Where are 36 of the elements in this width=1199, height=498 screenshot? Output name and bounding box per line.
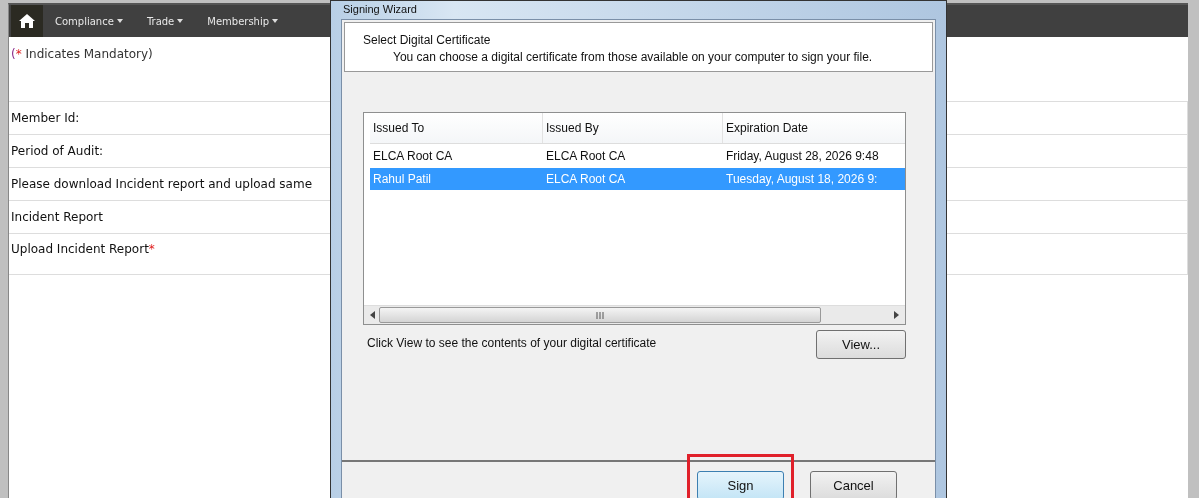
table-cell-text: Friday, August 28, 2026 9:48 xyxy=(725,148,880,165)
home-icon xyxy=(19,14,35,28)
table-cell-text: ELCA Root CA xyxy=(545,171,627,188)
dialog-button[interactable]: Cancel xyxy=(810,471,897,498)
table-cell-text: Rahul Patil xyxy=(372,171,433,188)
scroll-right-icon xyxy=(894,311,899,319)
grip-icon xyxy=(595,311,605,319)
field-label: Incident Report xyxy=(11,210,103,224)
caret-icon xyxy=(272,19,279,23)
hint-text: Click View to see the contents of your digital certificate xyxy=(366,336,657,350)
column-header[interactable]: Issued By xyxy=(543,113,723,143)
column-header[interactable]: Issued To xyxy=(370,113,543,143)
horizontal-scrollbar[interactable] xyxy=(364,305,905,324)
nav-menu[interactable]: Membership xyxy=(195,15,291,27)
home-button[interactable] xyxy=(11,5,43,37)
column-header[interactable]: Expiration Date xyxy=(723,113,905,143)
nav-menu[interactable]: Compliance xyxy=(43,15,135,27)
caret-icon xyxy=(116,19,123,23)
view-button[interactable]: View... xyxy=(816,330,906,359)
caret-icon xyxy=(177,19,184,23)
nav-menu[interactable]: Trade xyxy=(134,15,196,27)
field-label: Please download Incident report and upload same xyxy=(11,177,312,191)
certificate-row[interactable]: ELCA Root CA ELCA Root CA Friday, August 28, 2026 9:48 xyxy=(370,145,905,167)
table-cell-text: ELCA Root CA xyxy=(545,148,627,165)
mandatory-note: (* Indicates Mandatory) xyxy=(11,47,153,61)
dialog-heading: Select Digital Certificate xyxy=(363,33,492,47)
dialog-description: You can choose a digital certificate from those available on your computer to sign your file. xyxy=(392,50,874,64)
dialog-button[interactable]: Sign xyxy=(697,471,784,498)
field-label: Period of Audit: xyxy=(11,144,104,158)
field-label: Upload Incident Report* xyxy=(11,242,155,256)
scroll-thumb[interactable] xyxy=(379,307,821,323)
table-cell-text: ELCA Root CA xyxy=(372,148,454,165)
field-label: Member Id: xyxy=(11,111,80,125)
dialog-title: Signing Wizard xyxy=(343,3,417,15)
scroll-left-icon xyxy=(370,311,375,319)
table-cell-text: Tuesday, August 18, 2026 9: xyxy=(725,171,879,188)
